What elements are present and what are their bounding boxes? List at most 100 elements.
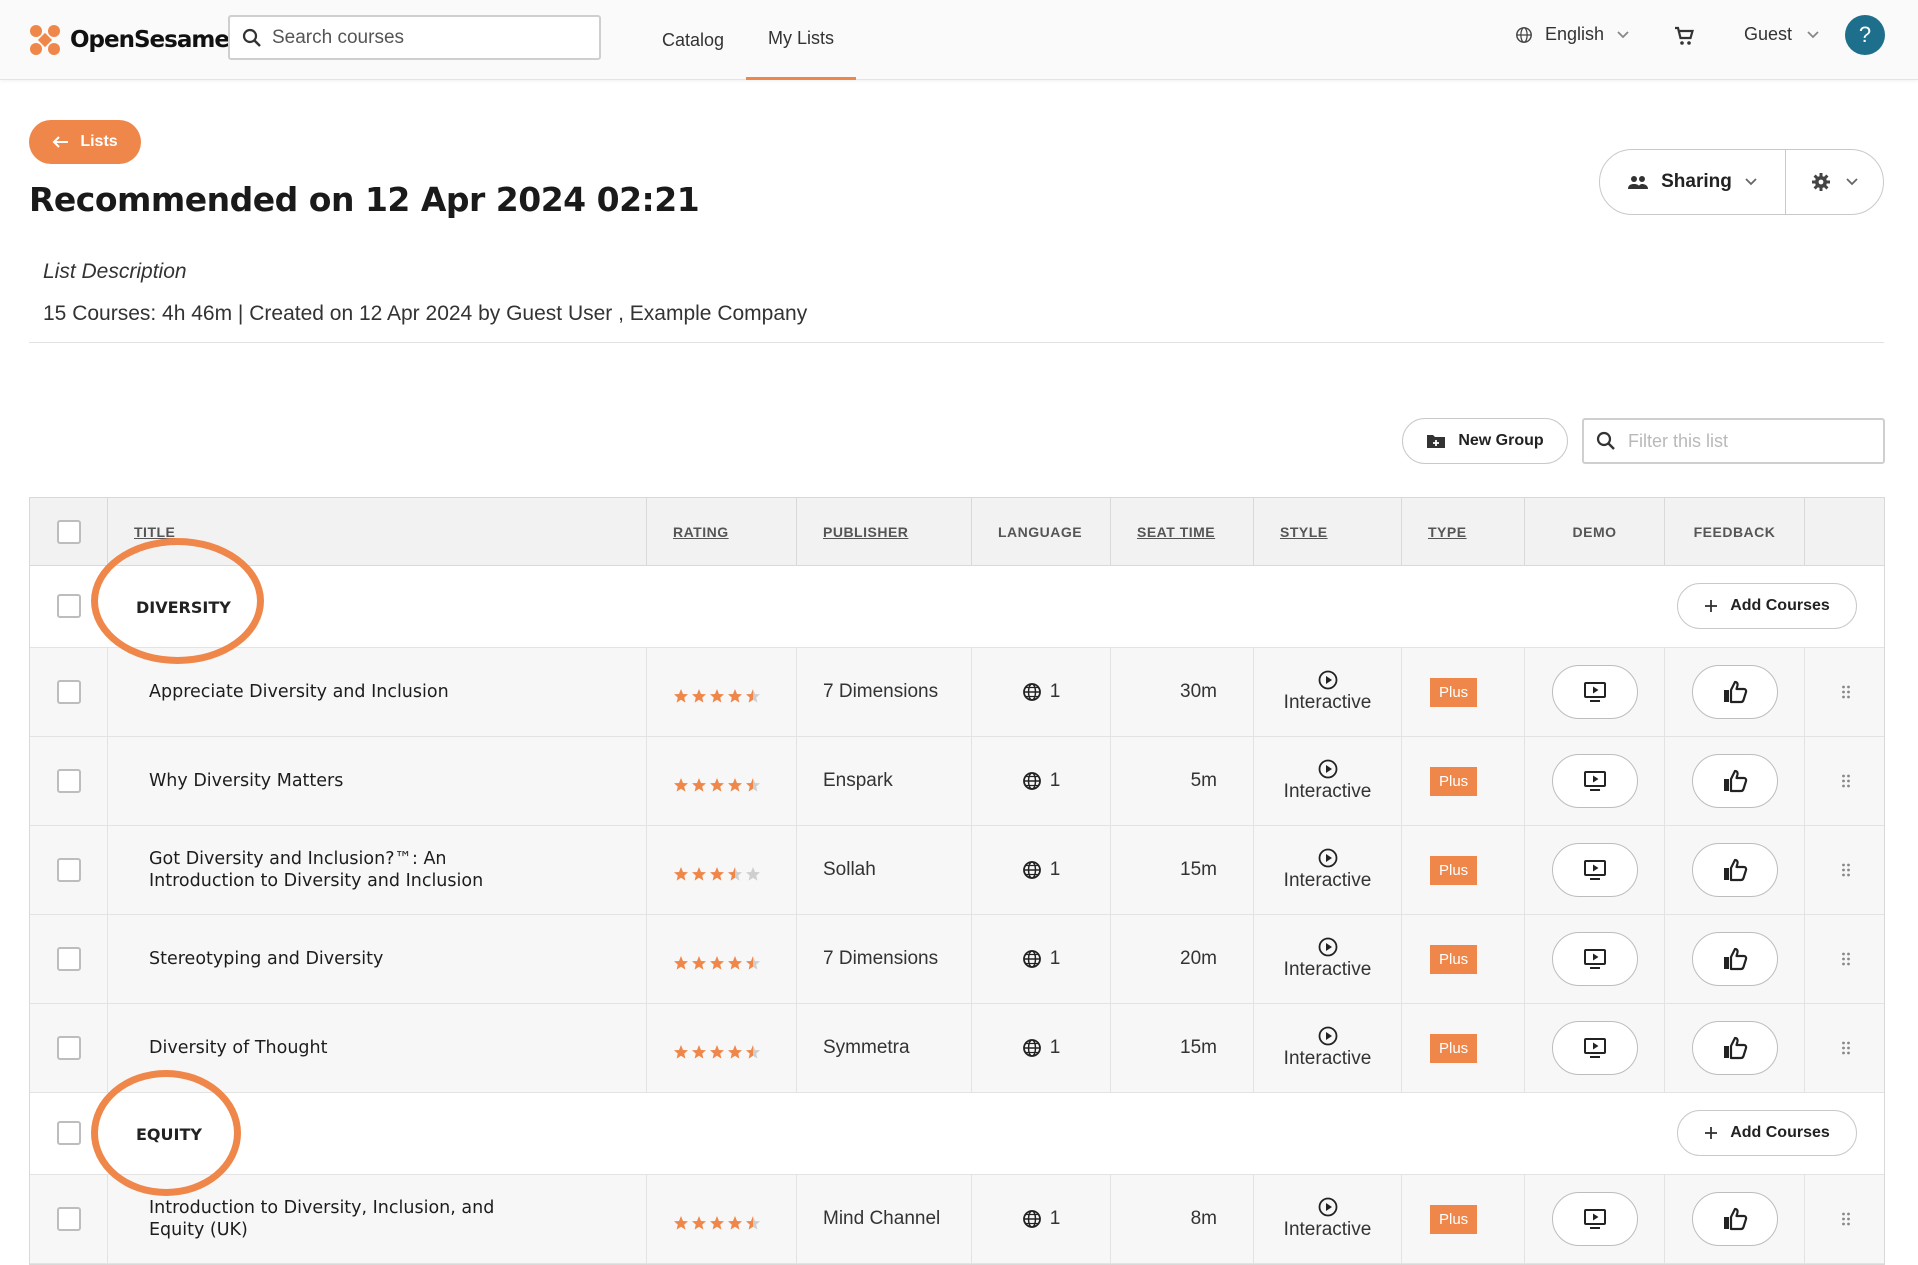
column-style[interactable]: STYLE <box>1253 498 1401 566</box>
chevron-down-icon <box>1845 178 1858 186</box>
column-type[interactable]: TYPE <box>1401 498 1524 566</box>
logo-mark-icon <box>30 25 60 55</box>
feedback-cell <box>1664 1004 1804 1092</box>
course-title[interactable]: Diversity of Thought <box>149 1004 529 1092</box>
nav-catalog[interactable]: Catalog <box>662 0 724 80</box>
row-checkbox[interactable] <box>57 1036 81 1060</box>
cart-button[interactable] <box>1672 24 1696 53</box>
rating-cell <box>646 1175 796 1263</box>
drag-handle-icon[interactable] <box>1841 863 1851 877</box>
chevron-down-icon <box>1617 30 1629 38</box>
seat-time-cell: 5m <box>1110 737 1253 825</box>
table-row[interactable]: Why Diversity Matters Enspark 1 5m Inter… <box>30 737 1884 826</box>
table-row[interactable]: Appreciate Diversity and Inclusion 7 Dim… <box>30 648 1884 737</box>
row-checkbox[interactable] <box>57 858 81 882</box>
column-seat-time[interactable]: SEAT TIME <box>1110 498 1253 566</box>
language-selector[interactable]: English <box>1515 24 1630 45</box>
table-row[interactable]: Diversity of Thought Symmetra 1 15m Inte… <box>30 1004 1884 1093</box>
search-box[interactable] <box>228 15 601 60</box>
feedback-button[interactable] <box>1692 932 1778 986</box>
star-icon <box>692 689 706 703</box>
seat-time: 15m <box>1180 1037 1217 1058</box>
row-checkbox[interactable] <box>57 769 81 793</box>
star-icon <box>674 867 688 881</box>
course-title[interactable]: Introduction to Diversity, Inclusion, an… <box>149 1175 529 1263</box>
drag-cell <box>1804 1175 1886 1263</box>
select-all-checkbox[interactable] <box>57 520 81 544</box>
filter-box[interactable] <box>1582 418 1885 464</box>
group-checkbox[interactable] <box>57 594 81 618</box>
group-row: DIVERSITY Add Courses <box>30 566 1884 648</box>
star-icon <box>674 1216 688 1230</box>
opensesame-logo[interactable]: OpenSesame <box>28 20 230 60</box>
table-row[interactable]: Got Diversity and Inclusion?™: An Introd… <box>30 826 1884 915</box>
column-feedback-label: FEEDBACK <box>1693 524 1776 540</box>
add-courses-button[interactable]: Add Courses <box>1677 1110 1857 1156</box>
sharing-button[interactable]: Sharing <box>1600 150 1786 214</box>
demo-cell <box>1524 1175 1664 1263</box>
group-checkbox[interactable] <box>57 1121 81 1145</box>
seat-time-cell: 20m <box>1110 915 1253 1003</box>
column-type-label: TYPE <box>1428 524 1467 540</box>
feedback-button[interactable] <box>1692 843 1778 897</box>
style-cell: Interactive <box>1253 915 1401 1003</box>
course-title[interactable]: Why Diversity Matters <box>149 737 529 825</box>
user-menu[interactable]: Guest <box>1744 24 1820 45</box>
drag-handle-icon[interactable] <box>1841 1212 1851 1226</box>
drag-handle-icon[interactable] <box>1841 774 1851 788</box>
back-to-lists-button[interactable]: Lists <box>29 120 141 164</box>
star-icon <box>674 956 688 970</box>
demo-button[interactable] <box>1552 1192 1638 1246</box>
type-badge: Plus <box>1430 855 1478 885</box>
arrow-left-icon <box>52 136 69 148</box>
drag-handle-icon[interactable] <box>1841 685 1851 699</box>
column-rating-label: RATING <box>673 524 729 540</box>
nav-my-lists[interactable]: My Lists <box>746 0 856 80</box>
add-courses-button[interactable]: Add Courses <box>1677 583 1857 629</box>
column-language-label: LANGUAGE <box>998 524 1083 540</box>
row-checkbox[interactable] <box>57 1207 81 1231</box>
course-title[interactable]: Got Diversity and Inclusion?™: An Introd… <box>149 826 529 914</box>
column-rating[interactable]: RATING <box>646 498 796 566</box>
style-label: Interactive <box>1283 870 1372 891</box>
rating-stars <box>647 1215 761 1231</box>
star-icon <box>674 778 688 792</box>
play-circle-icon <box>1318 1197 1337 1217</box>
column-demo: DEMO <box>1524 498 1664 566</box>
column-feedback: FEEDBACK <box>1664 498 1804 566</box>
table-row[interactable]: Introduction to Diversity, Inclusion, an… <box>30 1175 1884 1264</box>
feedback-button[interactable] <box>1692 754 1778 808</box>
publisher-cell: Symmetra <box>796 1004 971 1092</box>
filter-input[interactable] <box>1628 430 1868 452</box>
globe-icon <box>1022 861 1041 879</box>
course-title[interactable]: Stereotyping and Diversity <box>149 915 529 1003</box>
people-icon <box>1628 176 1649 189</box>
globe-icon <box>1022 1039 1041 1057</box>
feedback-button[interactable] <box>1692 1021 1778 1075</box>
course-title[interactable]: Appreciate Diversity and Inclusion <box>149 648 529 736</box>
demo-button[interactable] <box>1552 754 1638 808</box>
feedback-button[interactable] <box>1692 665 1778 719</box>
row-checkbox[interactable] <box>57 680 81 704</box>
help-button[interactable]: ? <box>1845 15 1885 55</box>
search-input[interactable] <box>272 26 572 49</box>
drag-handle-icon[interactable] <box>1841 952 1851 966</box>
drag-handle-icon[interactable] <box>1841 1041 1851 1055</box>
column-title[interactable]: TITLE <box>107 498 646 566</box>
publisher-cell: Enspark <box>796 737 971 825</box>
row-checkbox[interactable] <box>57 947 81 971</box>
demo-button[interactable] <box>1552 1021 1638 1075</box>
seat-time-cell: 8m <box>1110 1175 1253 1263</box>
column-style-label: STYLE <box>1280 524 1328 540</box>
settings-button[interactable] <box>1786 150 1883 214</box>
demo-button[interactable] <box>1552 843 1638 897</box>
demo-button[interactable] <box>1552 665 1638 719</box>
new-group-button[interactable]: New Group <box>1402 418 1568 464</box>
feedback-button[interactable] <box>1692 1192 1778 1246</box>
drag-cell <box>1804 1004 1886 1092</box>
table-row[interactable]: Stereotyping and Diversity 7 Dimensions … <box>30 915 1884 1004</box>
column-publisher[interactable]: PUBLISHER <box>796 498 971 566</box>
style-cell: Interactive <box>1253 1175 1401 1263</box>
table-body: DIVERSITY Add Courses Appreciate Diversi… <box>30 566 1884 1264</box>
demo-button[interactable] <box>1552 932 1638 986</box>
